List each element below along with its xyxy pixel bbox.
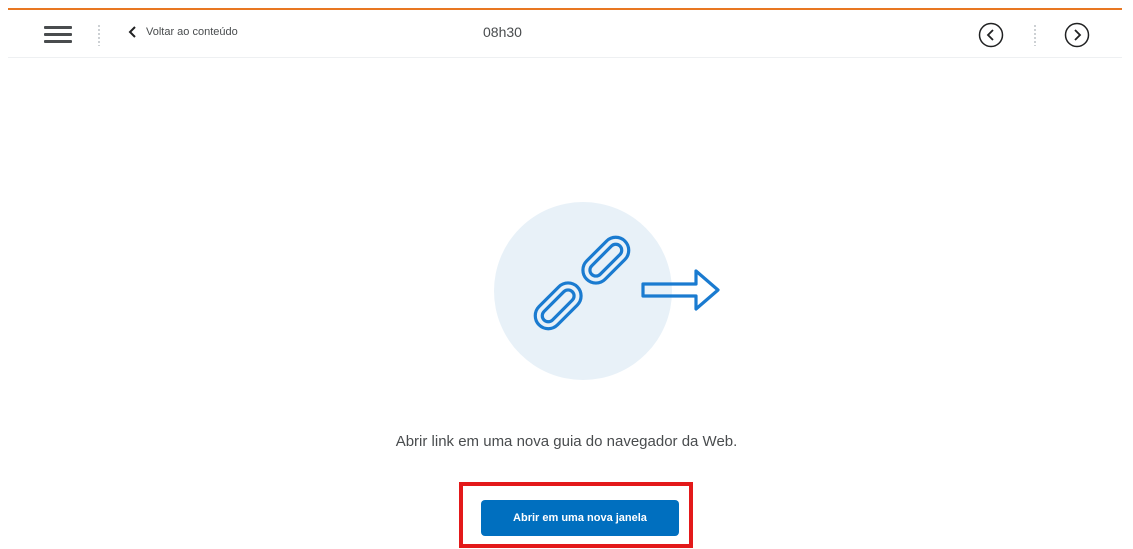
open-in-new-window-button[interactable]: Abrir em uma nova janela	[481, 500, 679, 536]
back-link-label: Voltar ao conteúdo	[146, 26, 238, 38]
top-accent	[0, 0, 1133, 10]
link-description: Abrir link em uma nova guia do navegador…	[395, 433, 738, 450]
divider	[1034, 24, 1036, 46]
next-button[interactable]	[1064, 22, 1090, 48]
circle-arrow-left-icon	[978, 22, 1004, 48]
chain-link-arrow-icon	[494, 202, 720, 380]
divider	[98, 24, 100, 46]
chevron-left-icon	[128, 26, 136, 38]
circle-arrow-right-icon	[1064, 22, 1090, 48]
time-display: 08h30	[483, 24, 522, 40]
back-to-content-link[interactable]: Voltar ao conteúdo	[128, 26, 238, 38]
hamburger-menu-icon[interactable]	[44, 26, 74, 44]
top-navbar: Voltar ao conteúdo 08h30	[8, 10, 1122, 58]
previous-button[interactable]	[978, 22, 1004, 48]
